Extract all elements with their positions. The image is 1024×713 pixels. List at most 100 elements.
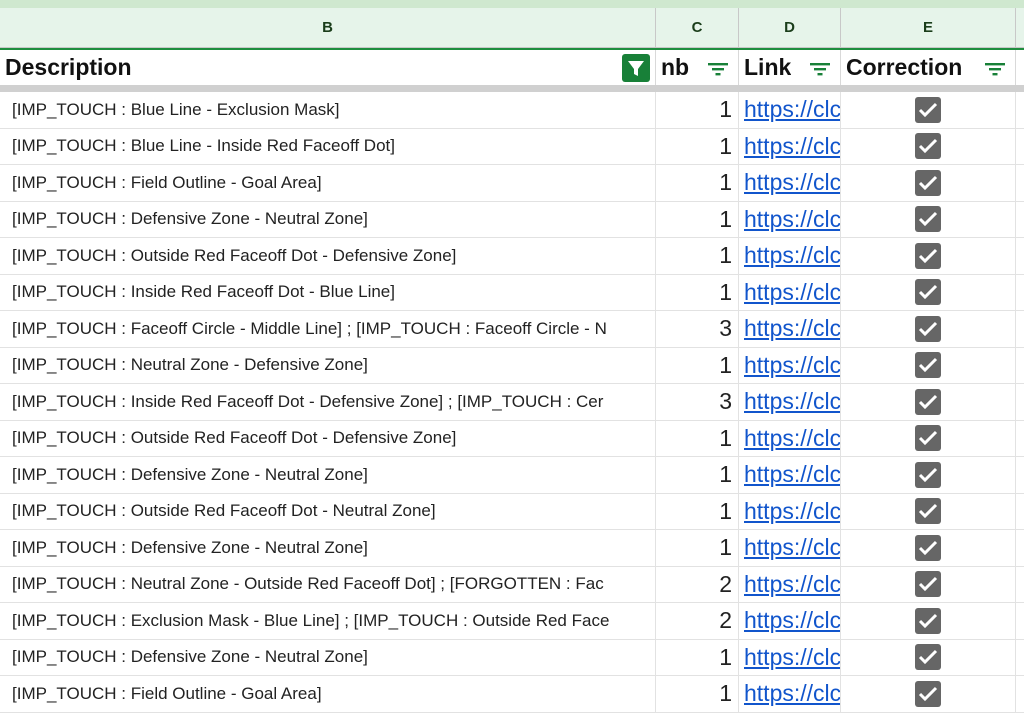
description-cell[interactable]: [IMP_TOUCH : Field Outline - Goal Area] [0,676,656,712]
link-cell[interactable]: https://clc [739,274,841,310]
link-cell[interactable]: https://clc [739,493,841,529]
link-cell[interactable]: https://clc [739,530,841,566]
nb-cell[interactable]: 1 [656,238,739,274]
checkbox-checked-icon[interactable] [915,279,941,306]
extra-cell[interactable] [1016,603,1024,639]
nb-cell[interactable]: 1 [656,347,739,383]
filter-active-icon[interactable] [622,54,650,82]
description-cell[interactable]: [IMP_TOUCH : Inside Red Faceoff Dot - Bl… [0,274,656,310]
nb-cell[interactable]: 1 [656,165,739,201]
filter-icon[interactable] [983,58,1007,78]
description-cell[interactable]: [IMP_TOUCH : Defensive Zone - Neutral Zo… [0,639,656,675]
column-header-c[interactable]: C [656,8,739,48]
checkbox-checked-icon[interactable] [915,498,941,525]
extra-cell[interactable] [1016,238,1024,274]
nb-cell[interactable]: 3 [656,311,739,347]
checkbox-checked-icon[interactable] [915,571,941,598]
description-cell[interactable]: [IMP_TOUCH : Faceoff Circle - Middle Lin… [0,311,656,347]
link-cell[interactable]: https://clc [739,639,841,675]
column-header-e[interactable]: E [841,8,1016,48]
correction-cell[interactable] [841,201,1016,237]
nb-cell[interactable]: 1 [656,92,739,128]
nb-cell[interactable]: 1 [656,457,739,493]
link-cell[interactable]: https://clc [739,603,841,639]
nb-cell[interactable]: 1 [656,201,739,237]
description-cell[interactable]: [IMP_TOUCH : Field Outline - Goal Area] [0,165,656,201]
extra-cell[interactable] [1016,457,1024,493]
link-cell[interactable]: https://clc [739,420,841,456]
extra-cell[interactable] [1016,311,1024,347]
link-cell[interactable]: https://clc [739,676,841,712]
correction-cell[interactable] [841,384,1016,420]
description-cell[interactable]: [IMP_TOUCH : Defensive Zone - Neutral Zo… [0,457,656,493]
correction-cell[interactable] [841,603,1016,639]
nb-cell[interactable]: 2 [656,603,739,639]
correction-cell[interactable] [841,639,1016,675]
header-extra[interactable] [1016,50,1024,85]
description-cell[interactable]: [IMP_TOUCH : Blue Line - Inside Red Face… [0,128,656,164]
description-cell[interactable]: [IMP_TOUCH : Neutral Zone - Outside Red … [0,566,656,602]
filter-icon[interactable] [808,58,832,78]
description-cell[interactable]: [IMP_TOUCH : Blue Line - Exclusion Mask] [0,92,656,128]
checkbox-checked-icon[interactable] [915,607,941,634]
link-cell[interactable]: https://clc [739,384,841,420]
checkbox-checked-icon[interactable] [915,206,941,233]
nb-cell[interactable]: 1 [656,128,739,164]
filter-icon[interactable] [706,58,730,78]
checkbox-checked-icon[interactable] [915,96,941,123]
correction-cell[interactable] [841,420,1016,456]
extra-cell[interactable] [1016,202,1024,238]
description-cell[interactable]: [IMP_TOUCH : Outside Red Faceoff Dot - N… [0,493,656,529]
extra-cell[interactable] [1016,275,1024,311]
correction-cell[interactable] [841,530,1016,566]
extra-cell[interactable] [1016,165,1024,201]
column-header-f[interactable] [1016,8,1024,48]
nb-cell[interactable]: 1 [656,420,739,456]
checkbox-checked-icon[interactable] [915,388,941,415]
column-header-b[interactable]: B [0,8,656,48]
link-cell[interactable]: https://clc [739,165,841,201]
extra-cell[interactable] [1016,567,1024,603]
description-cell[interactable]: [IMP_TOUCH : Neutral Zone - Defensive Zo… [0,347,656,383]
extra-cell[interactable] [1016,421,1024,457]
nb-cell[interactable]: 1 [656,639,739,675]
checkbox-checked-icon[interactable] [915,461,941,488]
correction-cell[interactable] [841,457,1016,493]
nb-cell[interactable]: 1 [656,676,739,712]
correction-cell[interactable] [841,238,1016,274]
checkbox-checked-icon[interactable] [915,133,941,160]
link-cell[interactable]: https://clc [739,347,841,383]
link-cell[interactable]: https://clc [739,201,841,237]
correction-cell[interactable] [841,347,1016,383]
extra-cell[interactable] [1016,92,1024,128]
extra-cell[interactable] [1016,494,1024,530]
correction-cell[interactable] [841,311,1016,347]
correction-cell[interactable] [841,493,1016,529]
link-cell[interactable]: https://clc [739,128,841,164]
header-correction[interactable]: Correction [841,50,1016,85]
link-cell[interactable]: https://clc [739,238,841,274]
correction-cell[interactable] [841,566,1016,602]
correction-cell[interactable] [841,676,1016,712]
nb-cell[interactable]: 3 [656,384,739,420]
checkbox-checked-icon[interactable] [915,425,941,452]
correction-cell[interactable] [841,274,1016,310]
header-nb[interactable]: nb [656,50,739,85]
extra-cell[interactable] [1016,676,1024,712]
description-cell[interactable]: [IMP_TOUCH : Defensive Zone - Neutral Zo… [0,201,656,237]
description-cell[interactable]: [IMP_TOUCH : Inside Red Faceoff Dot - De… [0,384,656,420]
link-cell[interactable]: https://clc [739,311,841,347]
nb-cell[interactable]: 2 [656,566,739,602]
checkbox-checked-icon[interactable] [915,169,941,196]
extra-cell[interactable] [1016,384,1024,420]
correction-cell[interactable] [841,92,1016,128]
checkbox-checked-icon[interactable] [915,534,941,561]
nb-cell[interactable]: 1 [656,530,739,566]
link-cell[interactable]: https://clc [739,566,841,602]
header-description[interactable]: Description [0,50,656,85]
description-cell[interactable]: [IMP_TOUCH : Exclusion Mask - Blue Line]… [0,603,656,639]
extra-cell[interactable] [1016,348,1024,384]
description-cell[interactable]: [IMP_TOUCH : Defensive Zone - Neutral Zo… [0,530,656,566]
description-cell[interactable]: [IMP_TOUCH : Outside Red Faceoff Dot - D… [0,420,656,456]
description-cell[interactable]: [IMP_TOUCH : Outside Red Faceoff Dot - D… [0,238,656,274]
